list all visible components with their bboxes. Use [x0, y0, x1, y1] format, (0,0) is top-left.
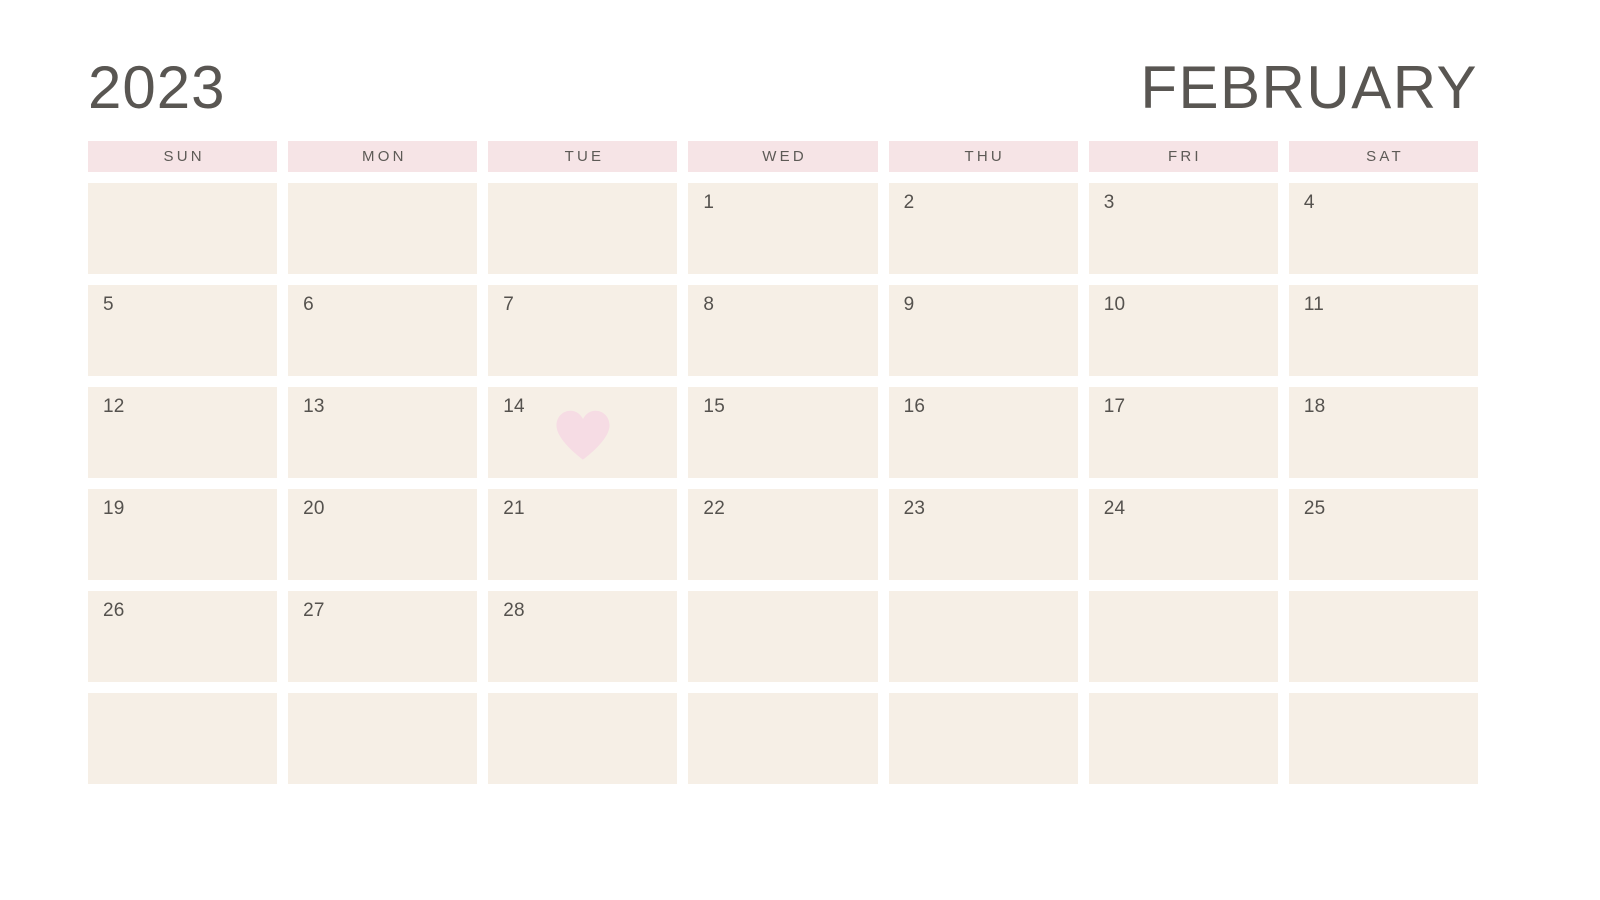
day-cell-empty[interactable]	[88, 183, 278, 274]
day-number: 20	[303, 498, 325, 519]
day-cell[interactable]: 27	[288, 591, 478, 682]
day-number: 27	[303, 600, 325, 621]
day-cell[interactable]: 17	[1088, 387, 1278, 478]
weekday-header-wed: WED	[688, 141, 878, 172]
day-cell-empty[interactable]	[1288, 591, 1478, 682]
day-cell[interactable]: 15	[688, 387, 878, 478]
day-number: 17	[1103, 396, 1126, 417]
day-number: 12	[103, 396, 125, 417]
day-cell-empty[interactable]	[488, 183, 678, 274]
day-number: 2	[903, 192, 915, 213]
day-number: 1	[703, 192, 715, 213]
day-number: 22	[703, 498, 725, 519]
day-cell[interactable]: 7	[488, 285, 678, 376]
calendar-title-row: 2023 FEBRUARY	[88, 52, 1478, 124]
weekday-header-sun: SUN	[88, 141, 278, 172]
day-cell[interactable]: 1	[688, 183, 878, 274]
day-number: 15	[703, 396, 725, 417]
weekday-header-label: FRI	[1167, 148, 1202, 165]
day-cell[interactable]: 4	[1288, 183, 1478, 274]
weekday-header-sat: SAT	[1288, 141, 1478, 172]
day-cell[interactable]: 25	[1288, 489, 1478, 580]
day-cell-empty[interactable]	[1088, 693, 1278, 784]
day-cell[interactable]: 16	[888, 387, 1078, 478]
calendar-page: 2023 FEBRUARY SUN MON TUE WED THU FRI SAT 1 2 3 4 5…	[0, 0, 1600, 900]
day-cell[interactable]: 11	[1288, 285, 1478, 376]
month-label: FEBRUARY	[1140, 54, 1478, 121]
day-cell-empty[interactable]	[488, 693, 678, 784]
day-cell-empty[interactable]	[288, 183, 478, 274]
day-cell-empty[interactable]	[1288, 693, 1478, 784]
day-cell[interactable]: 26	[88, 591, 278, 682]
day-cell[interactable]: 18	[1288, 387, 1478, 478]
day-number: 16	[903, 396, 926, 417]
day-cell[interactable]: 5	[88, 285, 278, 376]
day-cell-empty[interactable]	[688, 693, 878, 784]
day-number: 25	[1303, 498, 1326, 519]
day-number: 13	[303, 396, 325, 417]
weekday-header-fri: FRI	[1088, 141, 1278, 172]
day-cell[interactable]: 3	[1088, 183, 1278, 274]
heart-icon	[554, 409, 612, 461]
day-cell[interactable]: 6	[288, 285, 478, 376]
day-number: 18	[1303, 396, 1326, 417]
day-number: 26	[103, 600, 125, 621]
weekday-header-thu: THU	[888, 141, 1078, 172]
day-cell-empty[interactable]	[288, 693, 478, 784]
weekday-header-mon: MON	[288, 141, 478, 172]
day-number: 7	[503, 294, 515, 315]
day-cell-empty[interactable]	[888, 693, 1078, 784]
day-cell[interactable]: 21	[488, 489, 678, 580]
day-cell[interactable]: 24	[1088, 489, 1278, 580]
weekday-header-tue: TUE	[488, 141, 678, 172]
day-cell[interactable]: 19	[88, 489, 278, 580]
day-cell[interactable]: 20	[288, 489, 478, 580]
day-number: 24	[1103, 498, 1126, 519]
day-number: 11	[1303, 294, 1324, 315]
day-cell-empty[interactable]	[688, 591, 878, 682]
weekday-header-label: SAT	[1366, 148, 1404, 165]
weekday-header-label: TUE	[564, 148, 605, 165]
day-number: 10	[1103, 294, 1126, 315]
day-cell[interactable]: 22	[688, 489, 878, 580]
day-cell[interactable]: 13	[288, 387, 478, 478]
day-cell-empty[interactable]	[888, 591, 1078, 682]
day-cell[interactable]: 14	[488, 387, 678, 478]
day-number: 23	[903, 498, 926, 519]
year-label: 2023	[88, 54, 226, 121]
day-number: 21	[503, 498, 525, 519]
day-number: 3	[1103, 192, 1115, 213]
day-cell[interactable]: 23	[888, 489, 1078, 580]
day-number: 6	[303, 294, 314, 315]
day-cell[interactable]: 2	[888, 183, 1078, 274]
day-cell[interactable]: 10	[1088, 285, 1278, 376]
weekday-header-label: MON	[362, 148, 407, 165]
day-number: 19	[103, 498, 125, 519]
day-cell[interactable]: 12	[88, 387, 278, 478]
calendar-grid: SUN MON TUE WED THU FRI SAT 1 2 3 4 5 6 7 8 9 10 11 12 13 14…	[88, 141, 1478, 795]
day-number: 28	[503, 600, 525, 621]
day-number: 4	[1303, 192, 1315, 213]
day-cell-empty[interactable]	[1088, 591, 1278, 682]
day-number: 5	[103, 294, 114, 315]
weekday-header-label: SUN	[163, 148, 205, 165]
day-cell[interactable]: 28	[488, 591, 678, 682]
day-number: 9	[903, 294, 915, 315]
day-cell-empty[interactable]	[88, 693, 278, 784]
day-cell[interactable]: 9	[888, 285, 1078, 376]
day-number: 14	[503, 396, 525, 417]
weekday-header-label: WED	[762, 148, 807, 165]
day-cell[interactable]: 8	[688, 285, 878, 376]
weekday-header-label: THU	[964, 148, 1005, 165]
day-number: 8	[703, 294, 715, 315]
